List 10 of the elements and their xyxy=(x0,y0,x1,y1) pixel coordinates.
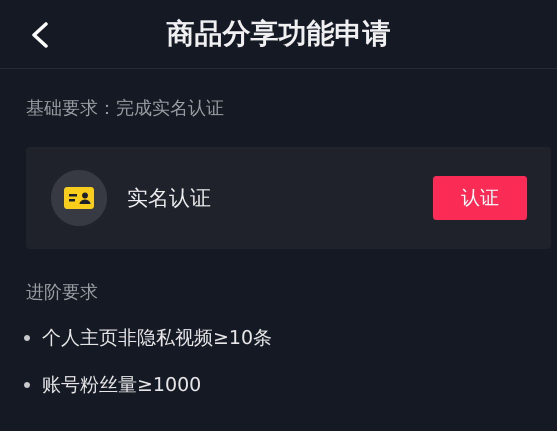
verify-button[interactable]: 认证 xyxy=(433,176,527,220)
requirement-item: 账号粉丝量≥1000 xyxy=(42,373,202,398)
verification-title: 实名认证 xyxy=(127,185,212,212)
requirement-item: 个人主页非隐私视频≥10条 xyxy=(42,326,272,351)
bullet-icon xyxy=(24,335,30,341)
page-title: 商品分享功能申请 xyxy=(166,16,390,52)
basic-requirement-text: 基础要求：完成实名认证 xyxy=(26,97,225,120)
bullet-icon xyxy=(24,382,30,388)
back-icon[interactable] xyxy=(30,22,50,48)
section-heading: 进阶要求 xyxy=(26,281,99,304)
